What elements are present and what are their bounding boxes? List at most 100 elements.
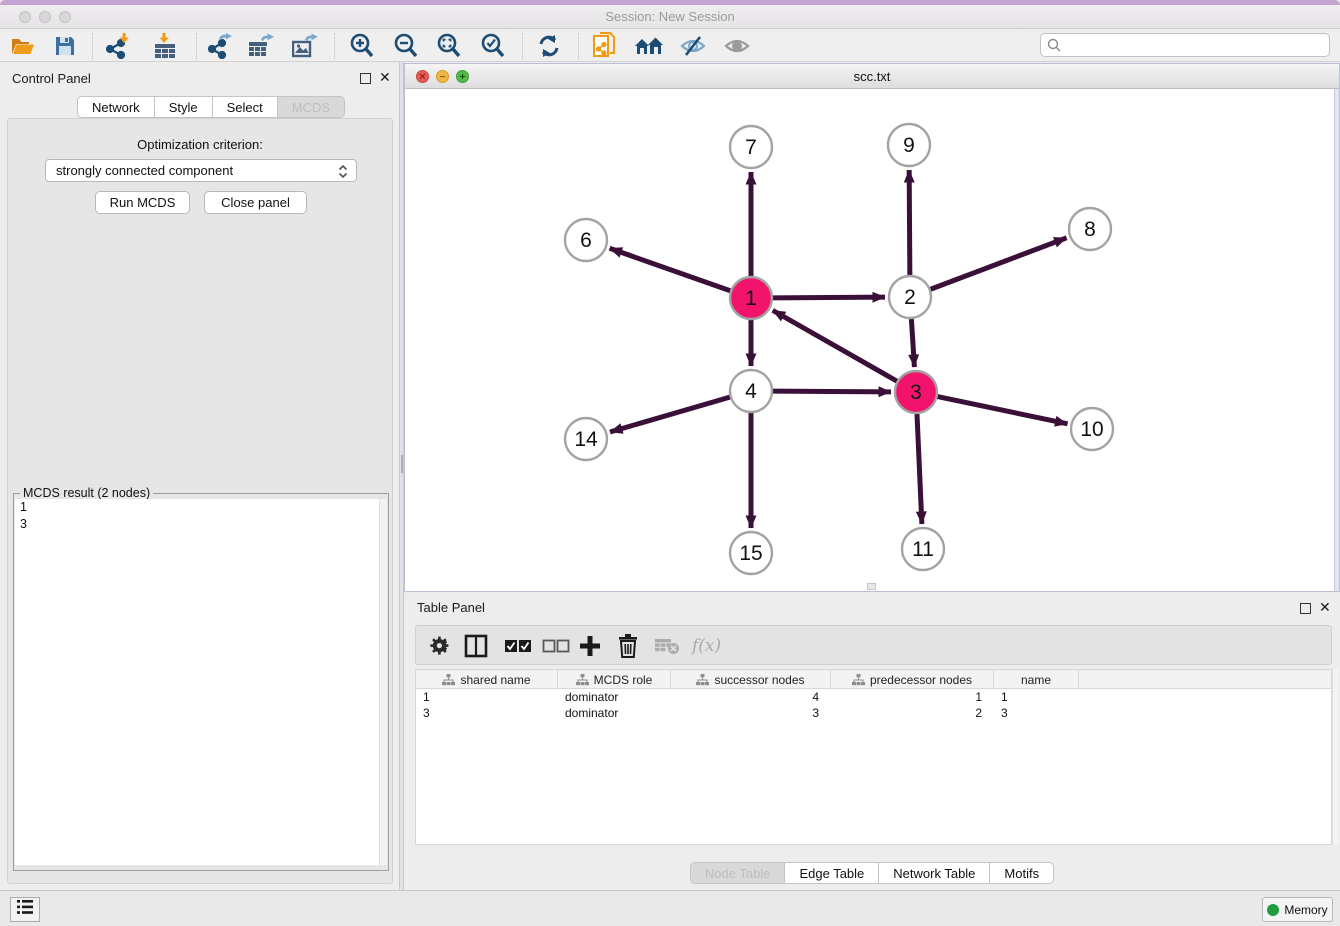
export-image-icon[interactable]	[290, 32, 320, 60]
hide-selected-eye-icon[interactable]	[678, 32, 708, 60]
cell-predecessor-nodes[interactable]: 1	[831, 689, 994, 705]
edge-2-9[interactable]	[909, 170, 910, 275]
task-list-icon	[16, 899, 34, 920]
column-header-MCDS-role[interactable]: MCDS role	[558, 670, 671, 689]
column-header-shared-name[interactable]: shared name	[416, 670, 558, 689]
cell-shared-name[interactable]: 3	[416, 705, 558, 721]
cell-name[interactable]: 1	[994, 689, 1079, 705]
export-network-icon[interactable]	[204, 32, 234, 60]
network-window-titlebar[interactable]: ✕ − + scc.txt	[405, 64, 1339, 89]
zoom-fit-icon[interactable]	[434, 32, 464, 60]
mcds-result-item[interactable]: 3	[15, 516, 380, 533]
tab-network[interactable]: Network	[77, 96, 155, 118]
open-session-icon[interactable]	[8, 32, 38, 60]
zoom-window-button[interactable]	[59, 11, 71, 23]
node-9[interactable]: 9	[888, 124, 930, 166]
column-header-successor-nodes[interactable]: successor nodes	[671, 670, 831, 689]
search-input[interactable]	[1040, 33, 1330, 57]
close-panel-button[interactable]: Close panel	[204, 191, 307, 214]
criterion-select[interactable]: strongly connected component	[45, 159, 357, 182]
toolbar-separator	[522, 33, 523, 59]
column-header-name[interactable]: name	[994, 670, 1079, 689]
network-close-icon[interactable]: ✕	[416, 70, 429, 83]
tab-node-table[interactable]: Node Table	[690, 862, 786, 884]
edge-2-8[interactable]	[931, 238, 1067, 289]
table-scrollbar[interactable]	[1332, 669, 1339, 845]
tab-style[interactable]: Style	[155, 96, 213, 118]
node-15[interactable]: 15	[730, 532, 772, 574]
edge-3-11[interactable]	[917, 414, 922, 524]
table-row[interactable]: 1dominator411	[416, 689, 1331, 705]
home-icon[interactable]	[634, 32, 664, 60]
node-2[interactable]: 2	[889, 276, 931, 318]
cell-shared-name[interactable]: 1	[416, 689, 558, 705]
console-button[interactable]	[10, 897, 40, 922]
network-graph[interactable]: 7961284314101511	[405, 89, 1333, 591]
splitter-handle[interactable]	[401, 455, 403, 473]
node-1[interactable]: 1	[730, 277, 772, 319]
mcds-result-list[interactable]: 13	[15, 499, 381, 865]
clone-network-icon[interactable]	[590, 32, 620, 60]
close-table-panel-icon[interactable]: ✕	[1319, 601, 1331, 613]
network-resize-handle[interactable]	[867, 583, 876, 590]
table-row[interactable]: 3dominator323	[416, 705, 1331, 721]
node-14[interactable]: 14	[565, 418, 607, 460]
tab-network-table[interactable]: Network Table	[879, 862, 990, 884]
close-window-button[interactable]	[19, 11, 31, 23]
edge-4-14[interactable]	[610, 397, 730, 432]
zoom-selected-icon[interactable]	[478, 32, 508, 60]
show-column-panel-icon[interactable]	[464, 632, 488, 660]
memory-button[interactable]: Memory	[1262, 897, 1333, 922]
node-4[interactable]: 4	[730, 370, 772, 412]
import-table-icon[interactable]	[150, 32, 180, 60]
cell-predecessor-nodes[interactable]: 2	[831, 705, 994, 721]
node-7[interactable]: 7	[730, 126, 772, 168]
show-all-eye-icon[interactable]	[722, 32, 752, 60]
zoom-out-icon[interactable]	[391, 32, 421, 60]
network-minimize-icon[interactable]: −	[436, 70, 449, 83]
edge-1-2[interactable]	[773, 297, 885, 298]
svg-text:1: 1	[745, 287, 757, 310]
cell-MCDS-role[interactable]: dominator	[558, 705, 671, 721]
float-table-panel-icon[interactable]	[1300, 601, 1311, 619]
edge-3-10[interactable]	[938, 397, 1068, 424]
cell-successor-nodes[interactable]: 4	[671, 689, 831, 705]
cell-successor-nodes[interactable]: 3	[671, 705, 831, 721]
tab-mcds[interactable]: MCDS	[278, 96, 345, 118]
tab-select[interactable]: Select	[213, 96, 278, 118]
node-10[interactable]: 10	[1071, 408, 1113, 450]
delete-column-icon[interactable]	[618, 632, 638, 660]
save-session-icon[interactable]	[50, 32, 80, 60]
node-11[interactable]: 11	[902, 528, 944, 570]
import-network-icon[interactable]	[102, 32, 132, 60]
close-panel-icon[interactable]: ✕	[379, 71, 391, 83]
node-3[interactable]: 3	[895, 371, 937, 413]
refresh-icon[interactable]	[534, 32, 564, 60]
cell-MCDS-role[interactable]: dominator	[558, 689, 671, 705]
edge-3-1[interactable]	[773, 310, 897, 381]
edge-2-3[interactable]	[911, 319, 914, 367]
node-8[interactable]: 8	[1069, 208, 1111, 250]
deselect-all-columns-icon[interactable]	[542, 632, 570, 660]
add-column-icon[interactable]	[579, 632, 601, 660]
cell-name[interactable]: 3	[994, 705, 1079, 721]
network-maximize-icon[interactable]: +	[456, 70, 469, 83]
edge-4-3[interactable]	[773, 391, 891, 392]
result-scrollbar[interactable]	[379, 499, 387, 865]
export-table-icon[interactable]	[246, 32, 276, 60]
minimize-window-button[interactable]	[39, 11, 51, 23]
node-table[interactable]: shared nameMCDS rolesuccessor nodesprede…	[415, 669, 1332, 845]
mcds-result-item[interactable]: 1	[15, 499, 380, 516]
column-header-predecessor-nodes[interactable]: predecessor nodes	[831, 670, 994, 689]
zoom-in-icon[interactable]	[347, 32, 377, 60]
tab-motifs[interactable]: Motifs	[990, 862, 1054, 884]
tab-edge-table[interactable]: Edge Table	[785, 862, 879, 884]
network-scrollbar[interactable]	[1334, 89, 1339, 591]
run-mcds-button[interactable]: Run MCDS	[95, 191, 190, 214]
edge-1-6[interactable]	[610, 248, 731, 290]
network-canvas[interactable]: 7961284314101511	[405, 89, 1333, 591]
node-6[interactable]: 6	[565, 219, 607, 261]
table-settings-icon[interactable]	[429, 632, 451, 660]
float-panel-icon[interactable]	[360, 71, 371, 89]
select-all-columns-icon[interactable]	[504, 632, 532, 660]
